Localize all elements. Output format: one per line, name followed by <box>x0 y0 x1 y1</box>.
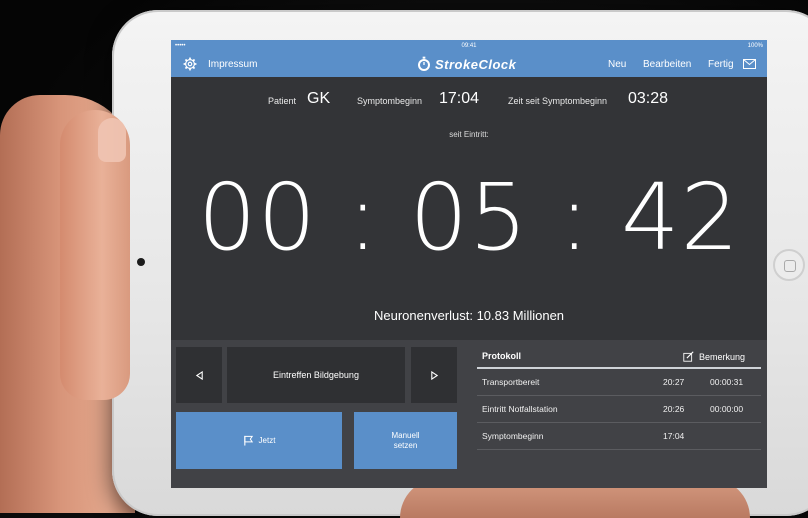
set-manually-line2: setzen <box>393 440 418 450</box>
table-row[interactable]: Symptombeginn 17:04 <box>477 423 761 450</box>
new-button[interactable]: Neu <box>608 59 626 70</box>
table-row[interactable]: Transportbereit 20:27 00:00:31 <box>477 369 761 396</box>
bottom-panel: Eintreffen Bildgebung Jetzt Manuell setz… <box>171 340 767 488</box>
symptom-onset-label: Symptombeginn <box>357 96 423 106</box>
status-time: 09:41 <box>461 43 477 49</box>
remark-label: Bemerkung <box>699 351 746 362</box>
nav-bar: Impressum StrokeClock Neu Bearbeiten Fer… <box>171 52 767 77</box>
row-time: 20:26 <box>663 404 685 414</box>
status-bar: ••••• 09:41 100% <box>171 40 767 52</box>
remark-button[interactable]: Bemerkung <box>683 351 745 362</box>
thumb-nail <box>98 118 126 162</box>
patient-label: Patient <box>268 96 297 106</box>
protocol-header: Protokoll Bemerkung <box>477 345 761 369</box>
time-since-onset-value: 03:28 <box>628 90 669 107</box>
app-screen: ••••• 09:41 100% Impressum StrokeClock N… <box>171 40 767 488</box>
app-title: StrokeClock <box>435 56 517 72</box>
now-button[interactable]: Jetzt <box>176 412 342 469</box>
row-time: 20:27 <box>663 377 685 387</box>
gear-icon[interactable] <box>183 57 197 71</box>
event-selector[interactable]: Eintreffen Bildgebung <box>227 347 405 403</box>
symptom-onset-value: 17:04 <box>439 90 480 107</box>
battery-level: 100% <box>747 43 763 49</box>
app-logo: StrokeClock <box>416 55 516 73</box>
row-duration: 00:00:31 <box>710 377 744 387</box>
edit-icon <box>683 351 694 362</box>
triangle-left-icon <box>195 370 203 380</box>
flag-icon <box>243 435 253 446</box>
patient-info-row: Patient GK Symptombeginn 17:04 Zeit seit… <box>171 88 767 112</box>
done-button[interactable]: Fertig <box>708 59 734 70</box>
row-time: 17:04 <box>663 431 685 441</box>
row-event-name: Symptombeginn <box>482 431 544 441</box>
set-manually-button[interactable]: Manuell setzen <box>354 412 457 469</box>
patient-value: GK <box>307 90 331 107</box>
since-entry-label: seit Eintritt: <box>449 130 489 139</box>
edit-button[interactable]: Bearbeiten <box>643 59 691 70</box>
row-event-name: Eintritt Notfallstation <box>482 404 558 414</box>
time-since-onset-label: Zeit seit Symptombeginn <box>508 96 608 106</box>
protocol-title: Protokoll <box>482 351 522 361</box>
stopwatch-icon <box>418 56 430 71</box>
set-manually-line1: Manuell <box>391 430 420 440</box>
elapsed-timer: 00 : 05 : 42 <box>197 164 741 271</box>
home-button[interactable] <box>773 249 805 281</box>
next-event-button[interactable] <box>411 347 457 403</box>
protocol-table: Protokoll Bemerkung Transportbereit 20:2… <box>477 345 761 450</box>
camera-icon <box>137 258 145 266</box>
row-event-name: Transportbereit <box>482 377 540 387</box>
table-row[interactable]: Eintritt Notfallstation 20:26 00:00:00 <box>477 396 761 423</box>
triangle-right-icon <box>430 370 438 380</box>
row-duration: 00:00:00 <box>710 404 744 414</box>
now-button-label: Jetzt <box>258 436 276 445</box>
event-label: Eintreffen Bildgebung <box>273 370 359 380</box>
previous-event-button[interactable] <box>176 347 222 403</box>
mail-icon[interactable] <box>743 59 756 69</box>
neuron-loss-text: Neuronenverlust: 10.83 Millionen <box>373 308 565 323</box>
impressum-link[interactable]: Impressum <box>208 59 257 70</box>
